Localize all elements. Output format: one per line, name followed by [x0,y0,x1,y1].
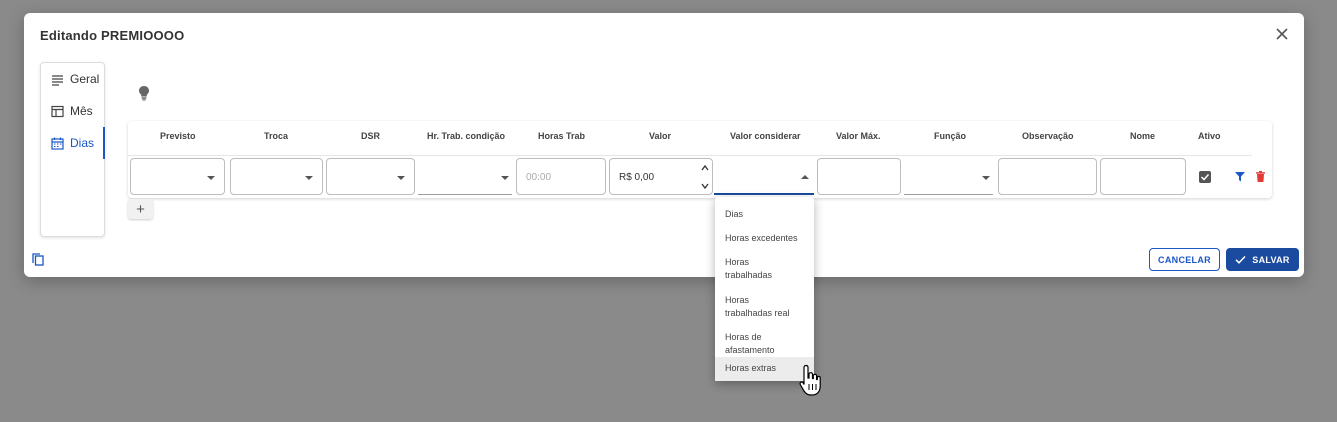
header-observacao: Observação [1022,131,1074,141]
table-icon [51,105,64,117]
check-icon [1200,173,1210,181]
valor-input[interactable]: R$ 0,00 [609,158,713,195]
ativo-checkbox[interactable] [1199,171,1211,183]
tab-mes[interactable]: Mês [41,95,104,127]
header-ativo: Ativo [1198,131,1221,141]
hr-trab-condicao-select[interactable] [418,161,512,195]
chevron-down-icon [982,176,990,180]
option-horas-trabalhadas[interactable]: Horas trabalhadas [715,251,814,289]
troca-select[interactable] [230,158,323,195]
tab-label: Mês [70,104,93,118]
previsto-select[interactable] [130,158,225,195]
header-funcao: Função [934,131,967,141]
spin-up-icon[interactable] [701,164,709,172]
dias-table: Previsto Troca DSR Hr. Trab. condição Ho… [128,121,1272,198]
header-dsr: DSR [361,131,381,141]
header-valor: Valor [649,131,672,141]
chevron-up-icon [801,175,809,179]
option-dias[interactable]: Dias [715,203,814,227]
chevron-down-icon [305,176,313,180]
option-horas-trabalhadas-real[interactable]: Horas trabalhadas real [715,289,814,326]
valor-considerar-select[interactable] [714,161,814,195]
hand-cursor-icon [799,364,821,396]
close-icon[interactable] [1274,26,1290,42]
horas-trab-placeholder: 00:00 [526,172,552,183]
chevron-down-icon [501,176,509,180]
copy-icon[interactable] [32,253,44,266]
modal-title: Editando PREMIOOOO [40,28,185,43]
calendar-icon [51,137,64,150]
chevron-down-icon [397,176,405,180]
lightbulb-icon[interactable] [137,85,151,101]
lines-icon [52,74,63,86]
observacao-input[interactable] [998,158,1097,195]
valor-max-input[interactable] [817,158,901,195]
horas-trab-input[interactable]: 00:00 [516,158,606,195]
table-header: Previsto Troca DSR Hr. Trab. condição Ho… [128,121,1252,156]
chevron-down-icon [207,176,215,180]
option-horas-excedentes[interactable]: Horas excedentes [715,227,814,251]
add-row-button[interactable]: + [128,199,153,219]
header-valor-max: Valor Máx. [836,131,881,141]
dsr-select[interactable] [326,158,415,195]
valor-considerar-dropdown: Dias Horas excedentes Horas trabalhadas … [715,197,814,381]
header-nome: Nome [1130,131,1156,141]
save-label: SALVAR [1252,254,1290,265]
tab-label: Dias [70,136,95,150]
header-horas-trab: Horas Trab [538,131,586,141]
tab-dias[interactable]: Dias [41,127,105,159]
trash-icon[interactable] [1256,171,1265,182]
header-troca: Troca [264,131,289,141]
header-hr-trab-condicao: Hr. Trab. condição [427,131,506,141]
nome-input[interactable] [1100,158,1186,195]
tab-geral[interactable]: Geral [41,63,104,95]
edit-modal: Editando PREMIOOOO Geral Mês Dias Previs… [24,13,1304,277]
tab-label: Geral [70,72,100,86]
save-button[interactable]: SALVAR [1226,248,1299,271]
funcao-select[interactable] [904,161,993,195]
header-previsto: Previsto [160,131,196,141]
valor-value: R$ 0,00 [619,172,655,183]
check-icon [1235,255,1246,264]
side-tabs: Geral Mês Dias [40,62,105,237]
cancel-button[interactable]: CANCELAR [1149,248,1220,271]
header-valor-considerar: Valor considerar [730,131,801,141]
spin-down-icon[interactable] [701,182,709,190]
filter-icon[interactable] [1235,172,1245,182]
